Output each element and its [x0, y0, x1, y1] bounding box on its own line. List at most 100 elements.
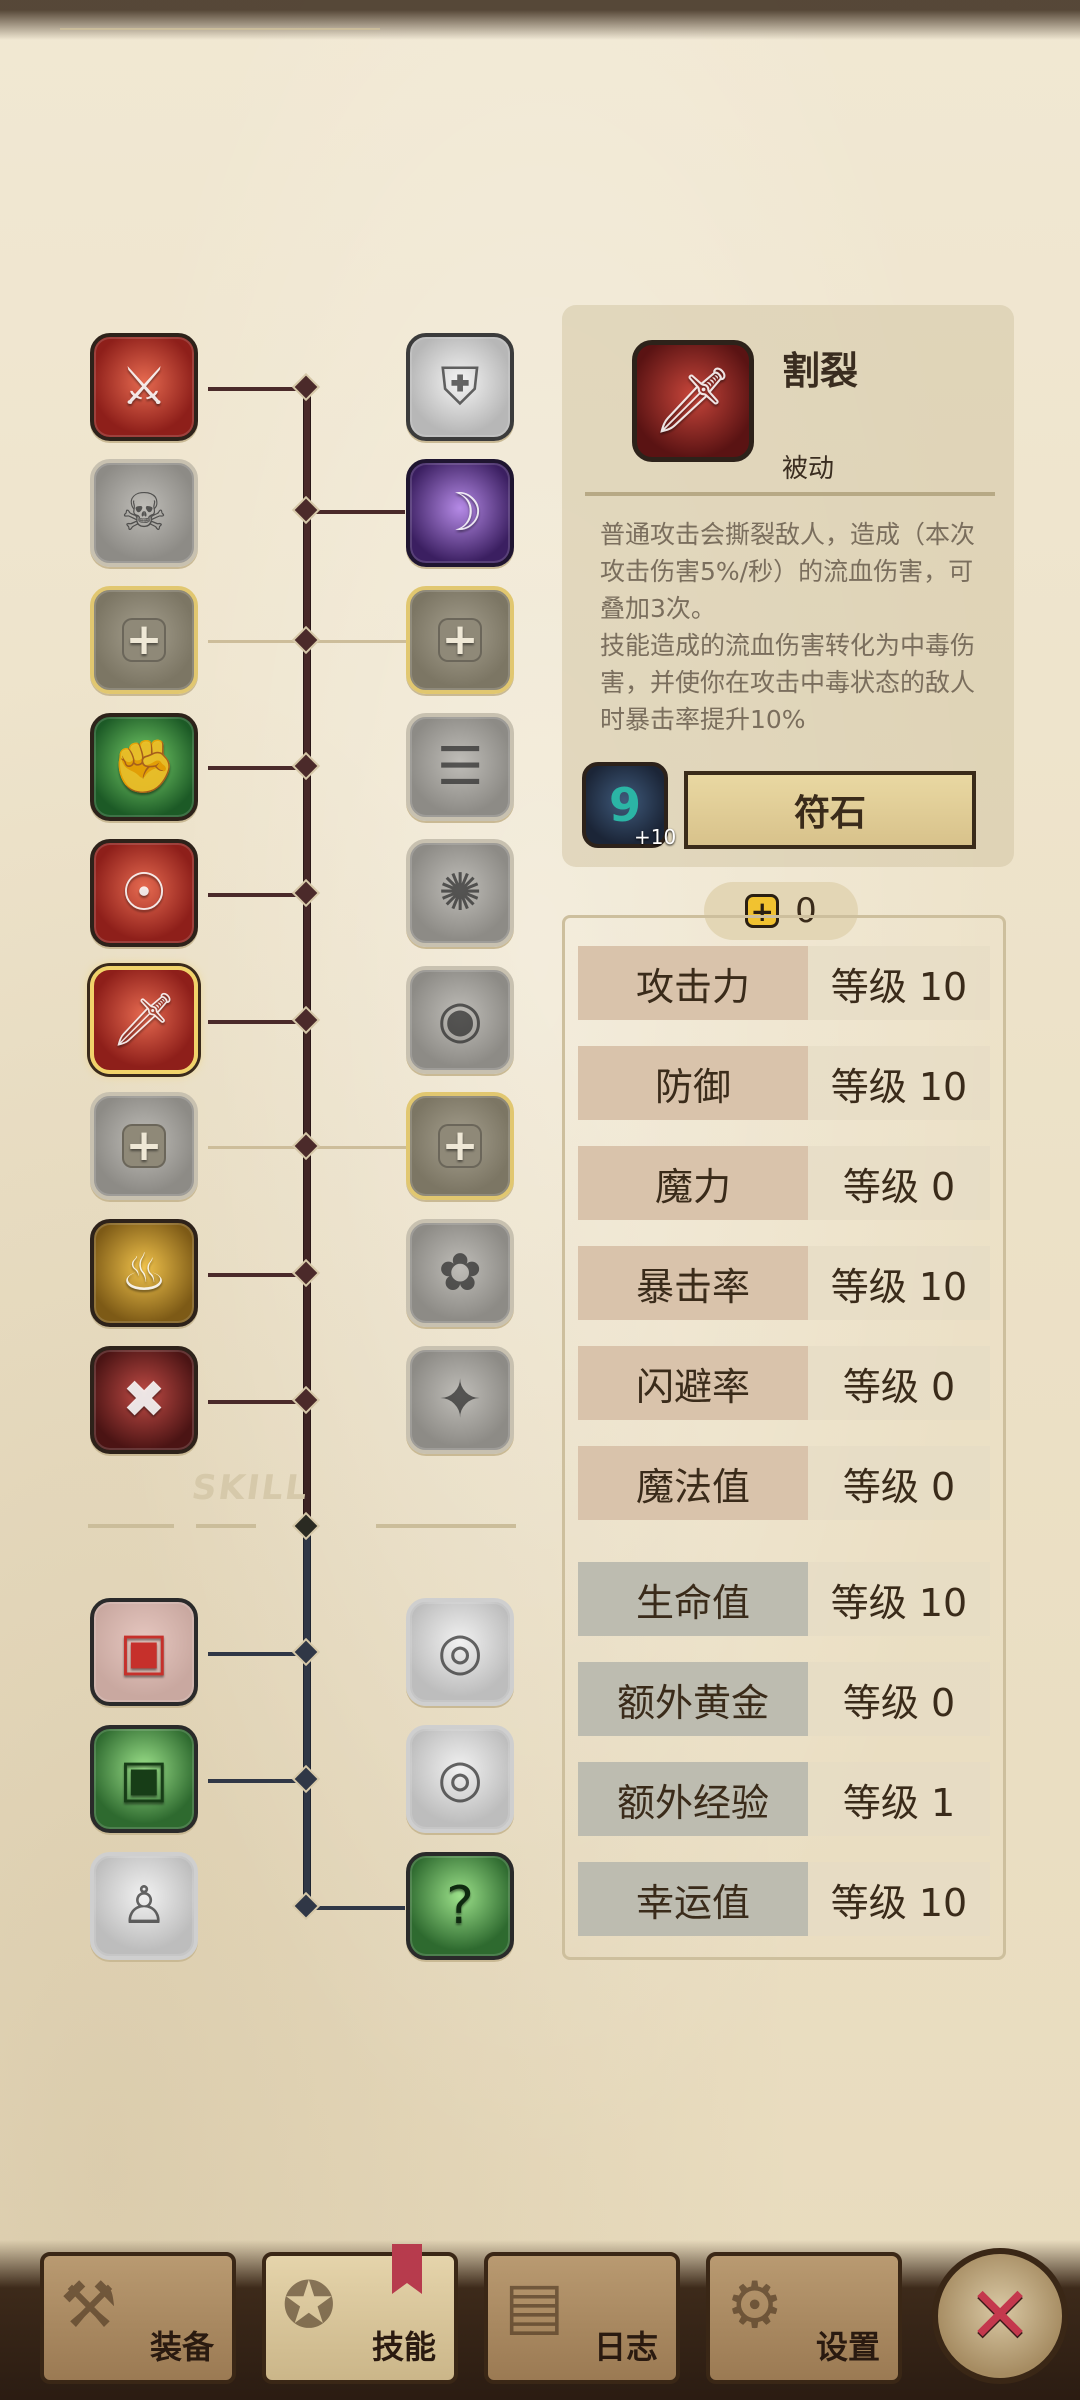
nav-equipment-button[interactable]: ⚒ 装备 [40, 2252, 236, 2384]
stat-row[interactable]: 幸运值 等级 10 [578, 1862, 990, 1936]
close-button[interactable]: ✕ [932, 2248, 1068, 2384]
skill-spin-attack-button[interactable]: ☉ [90, 839, 198, 947]
skill-divider-right [376, 1524, 516, 1528]
gear-icon: ⚙ [726, 2269, 784, 2343]
stat-label: 额外经验 [578, 1762, 808, 1836]
skill-lower-3-button[interactable]: ♙ [90, 1852, 198, 1960]
skill-description: 普通攻击会撕裂敌人，造成（本次攻击伤害5%/秒）的流血伤害，可叠加3次。 技能造… [600, 520, 976, 734]
skill-divider-left [88, 1524, 174, 1528]
nav-equipment-label: 装备 [149, 2328, 214, 2366]
info-divider [585, 492, 995, 496]
skill-lower-1-button[interactable]: ▣ [90, 1598, 198, 1706]
question-ghost-icon: ? [446, 1876, 474, 1936]
top-frame-edge [0, 0, 1080, 40]
stat-value: 等级 10 [808, 1562, 990, 1636]
skill-strength-button[interactable]: ✊ [90, 713, 198, 821]
skill-tree-trunk-upper [303, 382, 311, 1528]
claw-slash-icon: ⚔ [120, 357, 168, 417]
skill-rage-button[interactable]: ♨ [90, 1219, 198, 1327]
sparkle-icon: ✦ [438, 1370, 482, 1430]
stat-row[interactable]: 闪避率 等级 0 [578, 1346, 990, 1420]
skill-rend-button[interactable]: 🗡 [90, 966, 198, 1074]
nav-log-label: 日志 [593, 2328, 658, 2366]
eye-icon: ◉ [437, 990, 483, 1050]
skill-charge-button[interactable]: ☰ [406, 713, 514, 821]
stat-value: 等级 10 [808, 1246, 990, 1320]
stat-label: 生命值 [578, 1562, 808, 1636]
muscle-icon: ✊ [111, 737, 177, 797]
branch-2 [309, 510, 405, 514]
empty-slot-right-1-button[interactable]: + [406, 586, 514, 694]
skill-divider-left-2 [196, 1524, 256, 1528]
skill-type: 被动 [782, 454, 835, 484]
skill-cross-blade-button[interactable]: ✖ [90, 1346, 198, 1454]
branch-10 [208, 1652, 304, 1656]
stat-row[interactable]: 暴击率 等级 10 [578, 1246, 990, 1320]
skill-eye-button[interactable]: ◉ [406, 966, 514, 1074]
stat-row[interactable]: 额外经验 等级 1 [578, 1762, 990, 1836]
rune-number: 9 [608, 778, 641, 832]
shield-icon: ⛨ [440, 357, 480, 417]
branch-12 [309, 1906, 405, 1910]
branch-9 [208, 1400, 304, 1404]
stat-label: 幸运值 [578, 1862, 808, 1936]
stat-value: 等级 0 [808, 1346, 990, 1420]
skill-lower-6-button[interactable]: ? [406, 1852, 514, 1960]
empty-slot-right-2-button[interactable]: + [406, 1092, 514, 1200]
stat-label: 防御 [578, 1046, 808, 1120]
empty-slot-left-1-button[interactable]: + [90, 586, 198, 694]
charge-icon: ☰ [436, 737, 484, 797]
watch-eye-icon: ◎ [437, 1622, 483, 1682]
skill-lower-5-button[interactable]: ◎ [406, 1725, 514, 1833]
branch-4 [208, 766, 304, 770]
stat-row[interactable]: 攻击力 等级 10 [578, 946, 990, 1020]
scroll-icon: ▤ [504, 2269, 565, 2343]
shadow-icon: ☽ [436, 483, 484, 543]
stat-row[interactable]: 魔力 等级 0 [578, 1146, 990, 1220]
skill-sparkle-button[interactable]: ✦ [406, 1346, 514, 1454]
stat-row[interactable]: 额外黄金 等级 0 [578, 1662, 990, 1736]
skill-lower-2-button[interactable]: ▣ [90, 1725, 198, 1833]
skill-shadow-button[interactable]: ☽ [406, 459, 514, 567]
stat-label: 闪避率 [578, 1346, 808, 1420]
orb-icon: ✿ [438, 1243, 482, 1303]
stat-label: 魔力 [578, 1146, 808, 1220]
rune-bonus: +10 [634, 825, 677, 849]
stat-value: 等级 0 [808, 1146, 990, 1220]
stun-icon: ✺ [438, 863, 482, 923]
stat-label: 额外黄金 [578, 1662, 808, 1736]
crossed-swords-icon: ✖ [122, 1370, 166, 1430]
skill-section-label: SKILL [189, 1468, 312, 1508]
nav-settings-button[interactable]: ⚙ 设置 [706, 2252, 902, 2384]
stat-row[interactable]: 魔法值 等级 0 [578, 1446, 990, 1520]
empty-slot-left-2-button[interactable]: + [90, 1092, 198, 1200]
skill-stun-button[interactable]: ✺ [406, 839, 514, 947]
nav-log-button[interactable]: ▤ 日志 [484, 2252, 680, 2384]
stat-row[interactable]: 防御 等级 10 [578, 1046, 990, 1120]
skill-lower-4-button[interactable]: ◎ [406, 1598, 514, 1706]
skill-sigil-icon: ✪ [282, 2269, 336, 2343]
skill-tree-trunk-lower [303, 1528, 311, 1910]
stat-value: 等级 0 [808, 1446, 990, 1520]
nav-skills-button[interactable]: ✪ 技能 [262, 2252, 458, 2384]
stat-value: 等级 10 [808, 946, 990, 1020]
branch-8 [208, 1273, 304, 1277]
skill-kick-button[interactable]: ☠ [90, 459, 198, 567]
branch-5 [208, 893, 304, 897]
rune-button[interactable]: 符石 [684, 771, 976, 849]
nav-settings-label: 设置 [815, 2328, 880, 2366]
rage-icon: ♨ [120, 1243, 168, 1303]
skill-shield-button[interactable]: ⛨ [406, 333, 514, 441]
nav-skills-label: 技能 [371, 2328, 436, 2366]
skill-slash-button[interactable]: ⚔ [90, 333, 198, 441]
ghost-figure-icon: ♙ [120, 1876, 168, 1936]
close-icon: ✕ [967, 2271, 1033, 2361]
stat-value: 等级 1 [808, 1762, 990, 1836]
branch-1 [208, 387, 304, 391]
plus-slot-icon: + [438, 618, 482, 662]
stat-value: 等级 0 [808, 1662, 990, 1736]
stat-row[interactable]: 生命值 等级 10 [578, 1562, 990, 1636]
skill-orb-button[interactable]: ✿ [406, 1219, 514, 1327]
top-scratch [60, 28, 380, 30]
axe-icon: ⚒ [60, 2269, 118, 2343]
